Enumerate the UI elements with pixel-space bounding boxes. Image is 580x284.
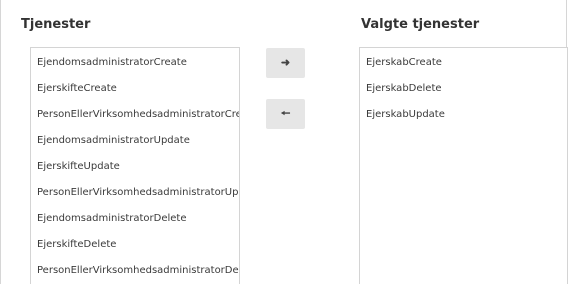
dual-list-panel: Tjenester Valgte tjenester Ejendomsadmin… (0, 0, 568, 284)
list-item[interactable]: EjerskifteCreate (31, 76, 239, 102)
list-item[interactable]: EjerskabCreate (360, 50, 567, 76)
list-item[interactable]: EjerskabUpdate (360, 102, 567, 128)
selected-services-title: Valgte tjenester (361, 17, 480, 32)
arrow-left-icon: 🠔 (280, 107, 291, 120)
list-item[interactable]: PersonEllerVirksomhedsadministratorUpdat… (31, 180, 239, 206)
available-services-list[interactable]: EjendomsadministratorCreate EjerskifteCr… (30, 47, 240, 284)
available-services-title: Tjenester (21, 17, 91, 32)
add-to-selected-button[interactable]: ➜ (266, 48, 305, 78)
list-item[interactable]: EjerskifteDelete (31, 232, 239, 258)
list-item[interactable]: EjerskifteUpdate (31, 154, 239, 180)
remove-from-selected-button[interactable]: 🠔 (266, 99, 305, 129)
selected-services-list[interactable]: EjerskabCreate EjerskabDelete EjerskabUp… (359, 47, 568, 284)
list-item[interactable]: PersonEllerVirksomhedsadministratorCreat… (31, 102, 239, 128)
list-item[interactable]: EjendomsadministratorUpdate (31, 128, 239, 154)
list-item[interactable]: EjendomsadministratorDelete (31, 206, 239, 232)
list-item[interactable]: EjerskabDelete (360, 76, 567, 102)
list-item[interactable]: EjendomsadministratorCreate (31, 50, 239, 76)
arrow-right-icon: ➜ (280, 56, 291, 69)
list-item[interactable]: PersonEllerVirksomhedsadministratorDelet… (31, 258, 239, 284)
